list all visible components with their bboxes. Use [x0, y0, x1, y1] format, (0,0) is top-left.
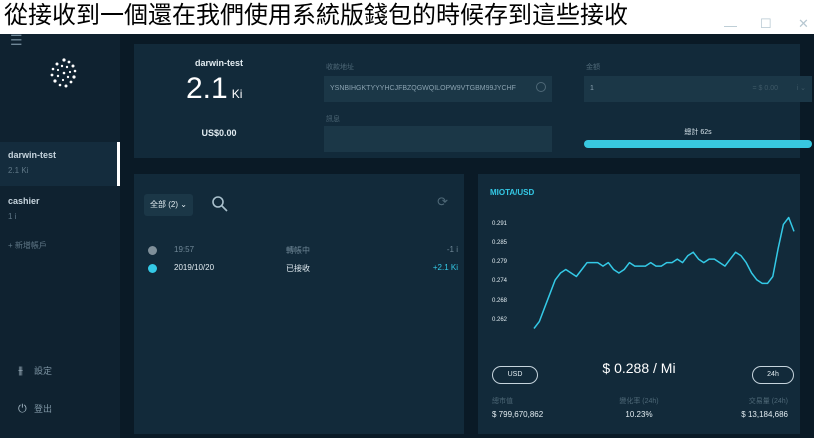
- iota-logo: [50, 58, 77, 88]
- amount-value: 1: [590, 85, 594, 92]
- history-filter-dropdown[interactable]: 全部 (2) ⌄: [144, 194, 193, 216]
- received-status-icon: [148, 264, 157, 273]
- account-name: cashier: [8, 196, 40, 206]
- account-item-darwin-test[interactable]: darwin-test 2.1 Ki: [0, 142, 120, 186]
- stat-value: $ 13,184,686: [741, 410, 788, 419]
- history-panel: 全部 (2) ⌄ ⟳ 19:57 轉帳中 -1 i 2019/10/20 已接收…: [134, 174, 464, 434]
- y-tick-label: 0.274: [492, 278, 508, 284]
- y-tick-label: 0.262: [492, 317, 508, 323]
- price-line-chart: [533, 216, 795, 329]
- maximize-button[interactable]: ☐: [760, 16, 772, 32]
- amount-usd: = $ 0.00: [752, 85, 779, 92]
- address-value: YSNBIHGKTYYYHCJFBZQGWQILOPW9VTGBM99JYCHF: [330, 85, 516, 92]
- history-row[interactable]: 2019/10/20 已接收 +2.1 Ki: [148, 262, 458, 276]
- wallet-balance-value: 2.1: [186, 72, 228, 105]
- tx-amount: -1 i: [446, 245, 458, 254]
- filter-label: 全部 (2): [150, 200, 178, 209]
- amount-label: 金額: [586, 64, 600, 71]
- amount-unit-select[interactable]: i ⌄: [797, 76, 806, 102]
- sidebar: ☰ darwin-test 2.1 Ki cashier 1 i + 新增帳戶 …: [0, 32, 120, 438]
- market-panel: MIOTA/USD 0.291 0.285 0.279 0.274 0.268 …: [478, 174, 800, 434]
- settings-link[interactable]: ⫵ 設定: [18, 364, 52, 378]
- main-area: — ☐ ✕ darwin-test 2.1 Ki US$0.00 收款地址 YSN…: [120, 16, 814, 438]
- amount-unit: i: [796, 85, 799, 92]
- price-series-line: [533, 216, 795, 329]
- sliders-icon: ⫵: [18, 365, 24, 377]
- account-balance: 2.1 Ki: [8, 166, 29, 175]
- tx-status: 已接收: [286, 264, 310, 273]
- wallet-send-panel: darwin-test 2.1 Ki US$0.00 收款地址 YSNBIHGKT…: [134, 44, 812, 158]
- wallet-usd-value: US$0.00: [201, 128, 237, 138]
- message-field[interactable]: [324, 126, 552, 152]
- wallet-balance-unit: Ki: [231, 87, 243, 101]
- search-icon[interactable]: [208, 192, 232, 216]
- y-tick-label: 0.268: [492, 298, 508, 304]
- account-balance: 1 i: [8, 212, 17, 221]
- tx-time: 2019/10/20: [174, 263, 215, 272]
- message-label: 訊息: [326, 116, 340, 123]
- hamburger-icon[interactable]: ☰: [10, 32, 23, 49]
- chart-title: MIOTA/USD: [490, 188, 535, 197]
- address-label: 收款地址: [326, 64, 354, 71]
- stat-label: 交易量 (24h): [748, 398, 788, 405]
- qr-icon[interactable]: [536, 82, 546, 92]
- chevron-down-icon: ⌄: [180, 200, 187, 209]
- tx-time: 19:57: [174, 245, 195, 254]
- timeframe-toggle-button[interactable]: 24h: [752, 366, 794, 384]
- send-countdown: 總計 62s: [684, 129, 712, 136]
- tx-status: 轉帳中: [286, 246, 310, 255]
- add-account-link[interactable]: + 新增帳戶: [8, 240, 47, 251]
- y-tick-label: 0.285: [492, 240, 508, 246]
- wallet-balance: 2.1 Ki: [186, 72, 242, 106]
- power-icon: ⏻: [18, 403, 27, 415]
- close-button[interactable]: ✕: [798, 16, 809, 32]
- account-name: darwin-test: [8, 150, 57, 160]
- settings-label: 設定: [34, 366, 53, 376]
- history-row[interactable]: 19:57 轉帳中 -1 i: [148, 244, 458, 258]
- top-banner-caption: 從接收到一個還在我們使用系統版錢包的時候存到這些接收: [0, 0, 814, 34]
- amount-field[interactable]: 1 = $ 0.00 i ⌄: [584, 76, 812, 102]
- send-progress-button[interactable]: [584, 140, 812, 148]
- wallet-name: darwin-test: [194, 58, 243, 68]
- refresh-icon[interactable]: ⟳: [437, 194, 448, 210]
- tx-amount: +2.1 Ki: [432, 263, 458, 272]
- y-tick-label: 0.291: [492, 221, 508, 227]
- minimize-button[interactable]: —: [724, 18, 737, 33]
- account-item-cashier[interactable]: cashier 1 i: [0, 188, 120, 232]
- address-field[interactable]: YSNBIHGKTYYYHCJFBZQGWQILOPW9VTGBM99JYCHF: [324, 76, 552, 102]
- logout-label: 登出: [34, 404, 53, 414]
- y-tick-label: 0.279: [492, 259, 508, 265]
- pending-status-icon: [148, 246, 157, 255]
- logout-link[interactable]: ⏻ 登出: [18, 402, 52, 416]
